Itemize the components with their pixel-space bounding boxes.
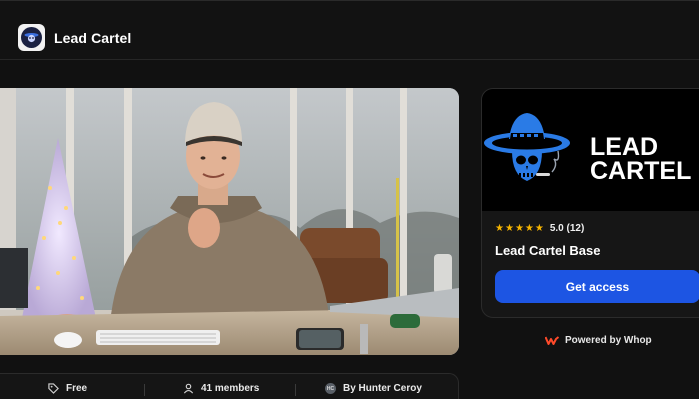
banner-line2: CARTEL (590, 157, 691, 185)
skull-sombrero-logo: LEAD CARTEL (484, 113, 691, 185)
members-stat: 41 members (183, 383, 259, 394)
rating-text: 5.0 (12) (549, 223, 585, 234)
user-icon (183, 383, 194, 394)
divider (144, 384, 145, 396)
author-stat[interactable]: HC By Hunter Ceroy (325, 383, 422, 394)
get-access-button[interactable]: Get access (495, 270, 699, 303)
author-label: By Hunter Ceroy (343, 383, 422, 394)
powered-by-label: Powered by Whop (565, 335, 652, 346)
powered-by-whop[interactable]: Powered by Whop (545, 335, 652, 346)
product-banner: LEAD CARTEL (482, 89, 699, 211)
price-stat: Free (48, 383, 87, 394)
brand[interactable]: Lead Cartel (18, 24, 131, 51)
top-bar: Lead Cartel (0, 0, 699, 60)
stats-bar: Free 41 members HC By Hunter Ceroy (0, 373, 459, 399)
hero-video-thumbnail[interactable] (0, 88, 459, 355)
brand-name: Lead Cartel (54, 29, 132, 46)
product-card: LEAD CARTEL ★ ★ ★ ★ ★ 5.0 (12) Lead Cartel B… (481, 88, 699, 318)
star-rating-icon: ★ ★ ★ ★ ★ (495, 222, 544, 234)
divider (295, 384, 296, 396)
brand-logo (18, 24, 45, 51)
product-name: Lead Cartel Base (495, 243, 601, 258)
members-label: 41 members (201, 383, 260, 394)
price-label: Free (66, 383, 88, 394)
author-avatar: HC (325, 383, 336, 394)
rating[interactable]: ★ ★ ★ ★ ★ 5.0 (12) (495, 223, 697, 234)
tag-icon (48, 383, 59, 394)
whop-logo-icon (545, 336, 559, 345)
